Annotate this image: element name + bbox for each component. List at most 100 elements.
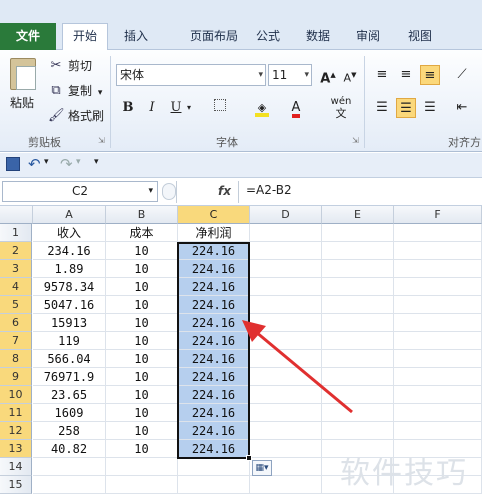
row-header[interactable]: 5	[0, 296, 32, 314]
font-size-combo[interactable]: 11 ▾	[268, 64, 312, 86]
row-header[interactable]: 15	[0, 476, 32, 494]
format-painter-button[interactable]: 🖌 格式刷	[48, 106, 104, 126]
cell-a1[interactable]: 收入	[33, 224, 106, 242]
cell-b1[interactable]: 成本	[106, 224, 178, 242]
cell-b13[interactable]: 10	[106, 440, 178, 458]
column-header-b[interactable]: B	[106, 206, 178, 224]
cell-f11[interactable]	[394, 404, 482, 422]
cell-f9[interactable]	[394, 368, 482, 386]
align-top-icon[interactable]: ≡	[372, 65, 392, 85]
cell-d15[interactable]	[250, 476, 322, 494]
tab-file[interactable]: 文件	[0, 23, 56, 50]
tab-data[interactable]: 数据	[296, 24, 340, 50]
formula-input[interactable]: =A2-B2	[246, 183, 292, 197]
cell-b3[interactable]: 10	[106, 260, 178, 278]
cell-e5[interactable]	[322, 296, 394, 314]
cell-c2[interactable]: 224.16	[178, 242, 250, 260]
cell-b9[interactable]: 10	[106, 368, 178, 386]
cell-d1[interactable]	[250, 224, 322, 242]
grow-font-icon[interactable]: A▲	[318, 65, 338, 86]
cell-b8[interactable]: 10	[106, 350, 178, 368]
row-header[interactable]: 12	[0, 422, 32, 440]
font-color-icon[interactable]: A	[286, 98, 306, 118]
cell-a10[interactable]: 23.65	[33, 386, 106, 404]
cell-b5[interactable]: 10	[106, 296, 178, 314]
cell-b6[interactable]: 10	[106, 314, 178, 332]
cell-f4[interactable]	[394, 278, 482, 296]
cell-e2[interactable]	[322, 242, 394, 260]
spreadsheet-grid[interactable]: A B C D E F 1 收入 成本 净利润 2 234.16 10 224.16 3 1.89…	[0, 206, 482, 502]
cell-f2[interactable]	[394, 242, 482, 260]
row-header[interactable]: 1	[0, 224, 32, 242]
cell-e4[interactable]	[322, 278, 394, 296]
phonetic-guide-icon[interactable]: wén 文	[328, 96, 354, 120]
cell-d5[interactable]	[250, 296, 322, 314]
cell-c13[interactable]: 224.16	[178, 440, 250, 458]
name-box[interactable]: C2 ▾	[2, 181, 158, 202]
row-header[interactable]: 6	[0, 314, 32, 332]
cell-e1[interactable]	[322, 224, 394, 242]
shrink-font-icon[interactable]: A▼	[340, 65, 360, 85]
cell-b12[interactable]: 10	[106, 422, 178, 440]
row-header[interactable]: 3	[0, 260, 32, 278]
cell-e3[interactable]	[322, 260, 394, 278]
resize-handle-icon[interactable]	[162, 183, 176, 200]
underline-button[interactable]: U	[166, 98, 186, 118]
cell-f10[interactable]	[394, 386, 482, 404]
dialog-launcher-icon[interactable]: ⇲	[98, 136, 105, 145]
cell-a4[interactable]: 9578.34	[33, 278, 106, 296]
tab-formulas[interactable]: 公式	[246, 24, 290, 50]
italic-button[interactable]: I	[142, 98, 162, 118]
cell-b11[interactable]: 10	[106, 404, 178, 422]
cell-d13[interactable]	[250, 440, 322, 458]
column-header-e[interactable]: E	[322, 206, 394, 224]
cell-a8[interactable]: 566.04	[33, 350, 106, 368]
cell-d4[interactable]	[250, 278, 322, 296]
cell-d2[interactable]	[250, 242, 322, 260]
cell-a15[interactable]	[33, 476, 106, 494]
chevron-down-icon[interactable]: ▾	[184, 98, 194, 118]
cell-a13[interactable]: 40.82	[33, 440, 106, 458]
chevron-down-icon[interactable]: ▾	[44, 157, 49, 167]
cell-f1[interactable]	[394, 224, 482, 242]
customize-qat-icon[interactable]: ▾	[94, 157, 99, 167]
cell-a2[interactable]: 234.16	[33, 242, 106, 260]
orientation-icon[interactable]: ⟋	[452, 65, 472, 85]
cell-a14[interactable]	[33, 458, 106, 476]
row-header[interactable]: 10	[0, 386, 32, 404]
cell-b7[interactable]: 10	[106, 332, 178, 350]
cell-b10[interactable]: 10	[106, 386, 178, 404]
cell-f7[interactable]	[394, 332, 482, 350]
font-name-combo[interactable]: 宋体 ▾	[116, 64, 266, 86]
tab-view[interactable]: 视图	[398, 24, 442, 50]
row-header[interactable]: 9	[0, 368, 32, 386]
cell-f8[interactable]	[394, 350, 482, 368]
bold-button[interactable]: B	[118, 98, 138, 118]
cut-button[interactable]: ✂ 剪切	[48, 56, 92, 76]
cell-a5[interactable]: 5047.16	[33, 296, 106, 314]
copy-button[interactable]: ⧉ 复制 ▾	[48, 81, 102, 101]
chevron-down-icon[interactable]: ▾	[76, 157, 81, 167]
row-header[interactable]: 14	[0, 458, 32, 476]
cell-c4[interactable]: 224.16	[178, 278, 250, 296]
cell-a11[interactable]: 1609	[33, 404, 106, 422]
paste-button[interactable]	[6, 56, 40, 96]
column-header-a[interactable]: A	[33, 206, 106, 224]
redo-icon[interactable]: ↷	[60, 155, 73, 173]
cell-a7[interactable]: 119	[33, 332, 106, 350]
cell-c1[interactable]: 净利润	[178, 224, 250, 242]
column-header-c[interactable]: C	[178, 206, 250, 224]
borders-icon[interactable]	[210, 98, 230, 118]
row-header[interactable]: 13	[0, 440, 32, 458]
dialog-launcher-icon[interactable]: ⇲	[352, 136, 359, 145]
cell-b15[interactable]	[106, 476, 178, 494]
row-header[interactable]: 7	[0, 332, 32, 350]
cell-b2[interactable]: 10	[106, 242, 178, 260]
cell-f3[interactable]	[394, 260, 482, 278]
undo-icon[interactable]: ↶	[28, 155, 41, 173]
align-right-icon[interactable]: ☰	[420, 98, 440, 118]
row-header[interactable]: 11	[0, 404, 32, 422]
cell-a3[interactable]: 1.89	[33, 260, 106, 278]
row-header[interactable]: 8	[0, 350, 32, 368]
cell-f12[interactable]	[394, 422, 482, 440]
